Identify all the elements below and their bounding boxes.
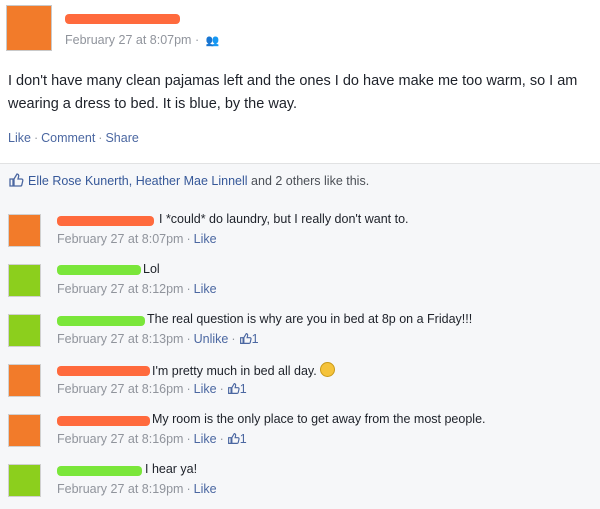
redacted-commenter-name [57,316,145,326]
redacted-commenter-name [57,216,154,226]
post-timestamp[interactable]: February 27 at 8:07pm [65,33,191,47]
thumbs-up-icon [9,173,24,187]
post-author-avatar[interactable] [6,5,52,51]
comment-timestamp[interactable]: February 27 at 8:16pm [57,432,183,446]
redacted-author-name [65,14,180,24]
redacted-commenter-name [57,466,142,476]
commenter-avatar[interactable] [8,264,41,297]
comment-meta: February 27 at 8:07pm · Like [57,232,217,246]
smiley-emoji-icon [319,362,335,377]
comment-meta: February 27 at 8:16pm · Like · 1 [57,382,247,396]
comment-meta: February 27 at 8:13pm · Unlike · 1 [57,332,259,346]
commenter-avatar[interactable] [8,414,41,447]
comment-like-action[interactable]: Like [194,482,217,496]
comment-like-action[interactable]: Like [194,282,217,296]
comment-text: The real question is why are you in bed … [147,312,473,326]
redacted-commenter-name [57,416,150,426]
comment-timestamp[interactable]: February 27 at 8:16pm [57,382,183,396]
comment-timestamp[interactable]: February 27 at 8:13pm [57,332,183,346]
comment-text: My room is the only place to get away fr… [152,412,486,426]
share-action[interactable]: Share [105,131,138,145]
comment-text: I hear ya! [145,462,198,476]
comment-meta: February 27 at 8:12pm · Like [57,282,217,296]
comments-list: I *could* do laundry, but I really don't… [0,200,600,509]
likers-rest[interactable]: and 2 others like this. [248,174,369,188]
post-meta: February 27 at 8:07pm · 👥 [65,33,220,47]
comment-like-count[interactable]: 1 [240,432,247,446]
comment-text: Lol [143,262,160,276]
comment-timestamp[interactable]: February 27 at 8:12pm [57,282,183,296]
people-icon[interactable]: 👥 [206,34,220,47]
comment-timestamp[interactable]: February 27 at 8:19pm [57,482,183,496]
comment-meta: February 27 at 8:19pm · Like [57,482,217,496]
thumbs-up-icon [227,383,240,394]
comment-meta: February 27 at 8:16pm · Like · 1 [57,432,247,446]
comment: My room is the only place to get away fr… [0,406,600,456]
thumbs-up-icon [239,333,252,344]
comment-like-action[interactable]: Like [194,232,217,246]
comment-text: I'm pretty much in bed all day. [152,362,335,378]
thumbs-up-icon [227,433,240,444]
comment: I hear ya! February 27 at 8:19pm · Like [0,456,600,506]
likers-names[interactable]: Elle Rose Kunerth, Heather Mae Linnell [28,174,248,188]
comment: The real question is why are you in bed … [0,306,600,356]
like-action[interactable]: Like [8,131,31,145]
comment: I *could* do laundry, but I really don't… [0,206,600,256]
redacted-commenter-name [57,265,141,275]
post-text: I don't have many clean pajamas left and… [8,73,578,112]
comment: I'm pretty much in bed all day. February… [0,356,600,406]
commenter-avatar[interactable] [8,314,41,347]
comment: Lol February 27 at 8:12pm · Like [0,256,600,306]
comment-like-count[interactable]: 1 [252,332,259,346]
commenter-avatar[interactable] [8,214,41,247]
likes-summary: Elle Rose Kunerth, Heather Mae Linnell a… [0,163,600,201]
comment-unlike-action[interactable]: Unlike [194,332,229,346]
redacted-commenter-name [57,366,150,376]
comment-like-action[interactable]: Like [194,432,217,446]
comment-text: I *could* do laundry, but I really don't… [159,212,409,226]
comment-action[interactable]: Comment [41,131,95,145]
comment-timestamp[interactable]: February 27 at 8:07pm [57,232,183,246]
post-card: February 27 at 8:07pm · 👥 I don't have m… [0,0,600,163]
comment-like-action[interactable]: Like [194,382,217,396]
comment-like-count[interactable]: 1 [240,382,247,396]
commenter-avatar[interactable] [8,464,41,497]
commenter-avatar[interactable] [8,364,41,397]
post-actions: Like · Comment · Share [8,131,139,145]
